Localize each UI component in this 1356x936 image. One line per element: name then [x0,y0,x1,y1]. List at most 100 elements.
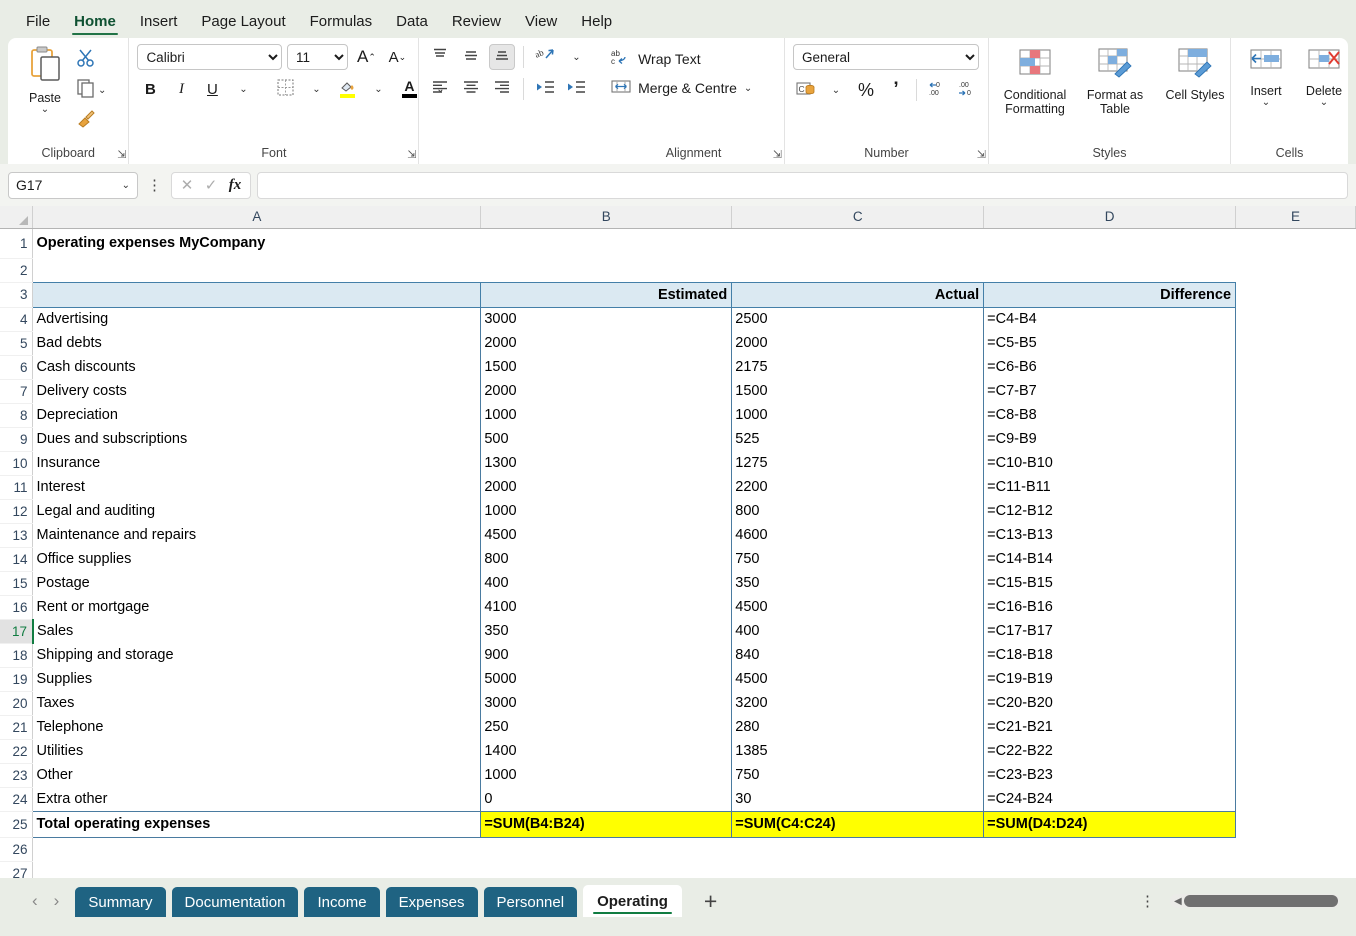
cell-d14[interactable]: =C14-B14 [983,547,1237,571]
italic-button[interactable]: I [168,76,194,102]
cancel-icon[interactable]: ✕ [176,176,198,194]
cell-c8[interactable]: 1000 [731,403,985,427]
cell-a24[interactable]: Extra other [33,787,481,811]
borders-dropdown[interactable]: ⌄ [303,76,329,102]
row-header-25[interactable]: 25 [0,811,34,838]
row-header-22[interactable]: 22 [0,739,34,764]
cell-e9[interactable] [1236,427,1356,451]
increase-font-size-button[interactable]: A ⌃ [353,44,379,70]
comma-style-button[interactable]: ’ [883,77,909,103]
cell-a11[interactable]: Interest [33,475,481,499]
font-name-select[interactable]: Calibri [137,44,282,70]
cell-c27[interactable] [732,861,984,878]
cell-d16[interactable]: =C16-B16 [983,595,1237,619]
cell-a13[interactable]: Maintenance and repairs [33,523,481,547]
cell-e15[interactable] [1236,571,1356,595]
cell-b5[interactable]: 2000 [480,331,733,355]
cell-b4[interactable]: 3000 [480,307,733,331]
underline-button[interactable]: U [199,76,225,102]
cell-a20[interactable]: Taxes [33,691,481,715]
row-header-20[interactable]: 20 [0,691,34,716]
sheet-tab-income[interactable]: Income [304,887,380,917]
cell-c1[interactable] [732,228,984,258]
align-left-button[interactable] [427,76,453,102]
cell-a8[interactable]: Depreciation [33,403,481,427]
row-header-8[interactable]: 8 [0,403,34,428]
underline-dropdown[interactable]: ⌄ [230,76,256,102]
cell-d18[interactable]: =C18-B18 [983,643,1237,667]
cell-d11[interactable]: =C11-B11 [983,475,1237,499]
cell-d4[interactable]: =C4-B4 [983,307,1237,331]
ribbon-tab-review[interactable]: Review [440,9,513,38]
cell-e24[interactable] [1236,787,1356,811]
horizontal-scrollbar[interactable]: ◀ [1170,894,1340,908]
cell-a26[interactable] [33,837,481,861]
cell-e16[interactable] [1236,595,1356,619]
cell-b8[interactable]: 1000 [480,403,733,427]
cell-d10[interactable]: =C10-B10 [983,451,1237,475]
ribbon-tab-data[interactable]: Data [384,9,440,38]
cell-a12[interactable]: Legal and auditing [33,499,481,523]
cell-b24[interactable]: 0 [480,787,733,811]
cell-e23[interactable] [1236,763,1356,787]
sheet-tab-operating[interactable]: Operating [583,885,682,917]
cell-e10[interactable] [1236,451,1356,475]
cell-a27[interactable] [33,861,481,878]
cell-c3-actual-header[interactable]: Actual [731,281,985,308]
decrease-indent-button[interactable] [532,76,558,102]
cell-d23[interactable]: =C23-B23 [983,763,1237,787]
cell-c20[interactable]: 3200 [731,691,985,715]
cell-a14[interactable]: Office supplies [33,547,481,571]
cell-a1-title[interactable]: Operating expenses MyCompany [33,228,481,258]
fill-color-dropdown[interactable]: ⌄ [365,76,391,102]
cell-e17[interactable] [1236,619,1356,643]
cell-c17[interactable]: 400 [731,619,985,643]
scroll-left-icon[interactable]: ◀ [1170,896,1184,907]
accounting-format-dropdown[interactable]: ⌄ [823,77,849,103]
cell-e20[interactable] [1236,691,1356,715]
cell-a25-total-label[interactable]: Total operating expenses [32,810,481,838]
cell-a19[interactable]: Supplies [33,667,481,691]
cell-a18[interactable]: Shipping and storage [33,643,481,667]
cell-d19[interactable]: =C19-B19 [983,667,1237,691]
ribbon-tab-view[interactable]: View [513,9,569,38]
cell-a5[interactable]: Bad debts [33,331,481,355]
cell-b26[interactable] [481,837,732,861]
row-header-12[interactable]: 12 [0,499,34,524]
previous-sheet-icon[interactable]: ‹ [32,891,38,911]
cell-e7[interactable] [1236,379,1356,403]
cell-e19[interactable] [1236,667,1356,691]
cell-c15[interactable]: 350 [731,571,985,595]
cell-a16[interactable]: Rent or mortgage [33,595,481,619]
cell-a7[interactable]: Delivery costs [33,379,481,403]
cell-a9[interactable]: Dues and subscriptions [33,427,481,451]
cell-d9[interactable]: =C9-B9 [983,427,1237,451]
cell-c2[interactable] [732,258,984,282]
chevron-down-icon[interactable]: ⌄ [1262,98,1270,108]
number-dialog-launcher-icon[interactable]: ⇲ [977,148,986,161]
cell-b20[interactable]: 3000 [480,691,733,715]
cell-c7[interactable]: 1500 [731,379,985,403]
ribbon-tab-page-layout[interactable]: Page Layout [189,9,297,38]
cell-d5[interactable]: =C5-B5 [983,331,1237,355]
cell-b14[interactable]: 800 [480,547,733,571]
bold-button[interactable]: B [137,76,163,102]
decrease-font-size-button[interactable]: A ⌄ [384,44,410,70]
cell-d13[interactable]: =C13-B13 [983,523,1237,547]
align-middle-button[interactable] [458,44,484,70]
row-header-14[interactable]: 14 [0,547,34,572]
cell-e27[interactable] [1236,861,1356,878]
cell-b23[interactable]: 1000 [480,763,733,787]
cell-c19[interactable]: 4500 [731,667,985,691]
cell-b16[interactable]: 4100 [480,595,733,619]
cell-e12[interactable] [1236,499,1356,523]
column-header-d[interactable]: D [983,206,1237,229]
row-header-23[interactable]: 23 [0,763,34,788]
cell-a6[interactable]: Cash discounts [33,355,481,379]
cell-c9[interactable]: 525 [731,427,985,451]
row-header-2[interactable]: 2 [0,258,34,283]
increase-indent-button[interactable] [563,76,589,102]
chevron-down-icon[interactable]: ⌄ [122,180,130,190]
format-painter-button[interactable] [76,108,106,133]
wrap-text-button[interactable]: ab c Wrap Text [611,48,752,69]
